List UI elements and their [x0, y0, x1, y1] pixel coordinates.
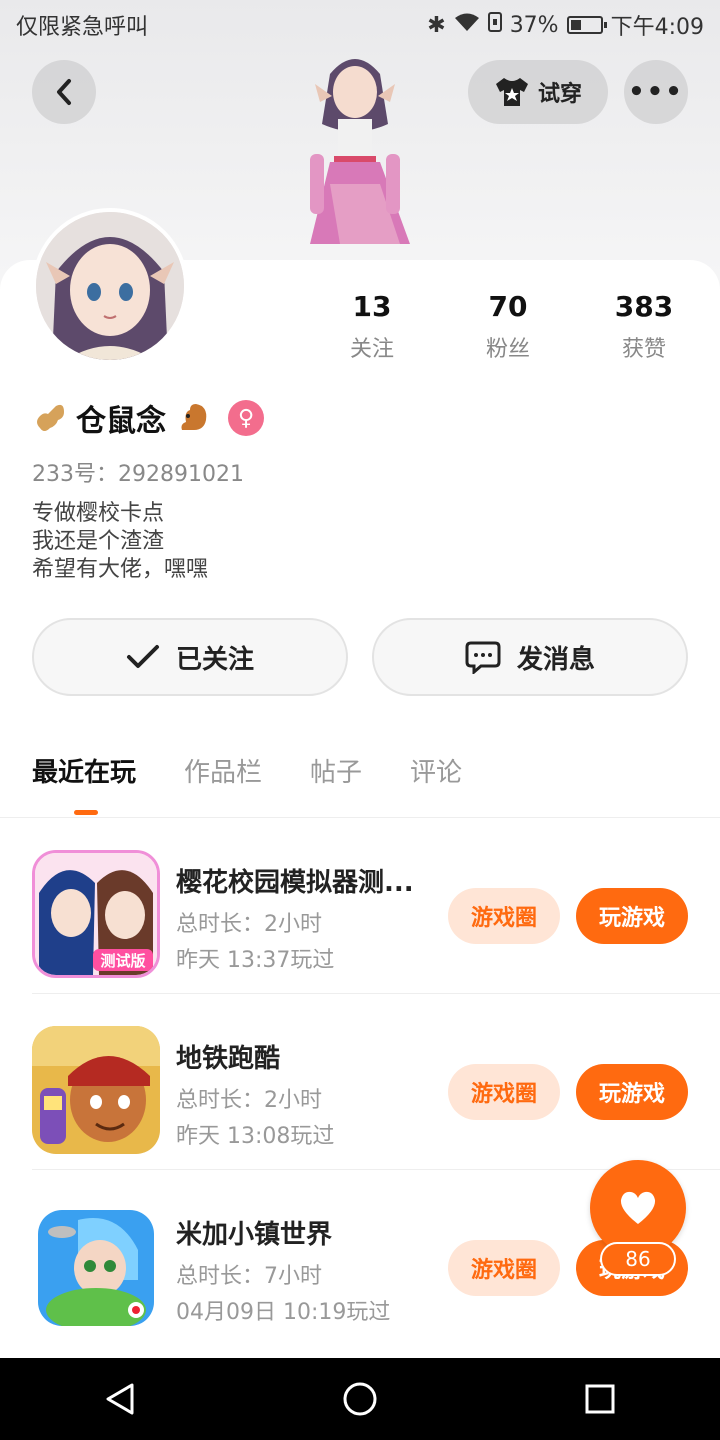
- profile-bio: 专做樱校卡点 我还是个渣渣 希望有大佬，嘿嘿: [32, 500, 208, 584]
- test-version-badge: 测试版: [100, 952, 145, 970]
- square-recents-icon: [585, 1384, 615, 1414]
- tshirt-icon: [495, 78, 528, 106]
- user-id: 233号：292891021: [32, 462, 244, 487]
- battery-percent: 37%: [509, 12, 559, 38]
- stat-value: 383: [614, 290, 674, 323]
- game-last-played: 昨天 13:37玩过: [176, 948, 335, 973]
- bio-line: 希望有大佬，嘿嘿: [32, 557, 209, 582]
- character-figure-image: [270, 44, 440, 264]
- play-game-button[interactable]: 玩游戏: [576, 888, 688, 944]
- clock-time: 下午4:09: [610, 15, 704, 40]
- circle-home-icon: [343, 1382, 377, 1416]
- like-count-badge: 86: [600, 1242, 676, 1276]
- stat-label: 粉丝: [485, 337, 530, 362]
- send-message-button[interactable]: 发消息: [372, 618, 688, 696]
- try-on-button[interactable]: 试穿: [468, 60, 608, 124]
- checkmark-icon: [126, 645, 159, 668]
- try-on-label: 试穿: [537, 82, 582, 107]
- battery-icon: [566, 16, 607, 34]
- nav-recents-button[interactable]: [570, 1369, 630, 1429]
- game-title[interactable]: 米加小镇世界: [176, 1214, 332, 1251]
- game-last-played: 04月09日 10:19玩过: [176, 1300, 391, 1325]
- play-game-button[interactable]: 玩游戏: [576, 1064, 688, 1120]
- wifi-icon: [454, 12, 480, 38]
- heart-icon: [620, 1191, 656, 1224]
- back-button[interactable]: [32, 60, 96, 124]
- tab-recently-played[interactable]: 最近在玩: [32, 752, 136, 815]
- more-dots-icon: •••: [628, 77, 684, 107]
- tab-posts[interactable]: 帖子: [310, 752, 362, 789]
- female-gender-icon: ♀: [228, 400, 264, 436]
- stat-value: 13: [352, 290, 392, 323]
- profile-name-row: 仓鼠念 ♀: [32, 396, 264, 440]
- squirrel-icon: [181, 404, 207, 430]
- followed-button[interactable]: 已关注: [32, 618, 348, 696]
- game-last-played: 昨天 13:08玩过: [176, 1124, 335, 1149]
- chevron-left-icon: [57, 79, 71, 105]
- stat-value: 70: [488, 290, 528, 323]
- more-options-button[interactable]: •••: [624, 60, 688, 124]
- bluetooth-icon: ✱: [427, 12, 446, 38]
- game-circle-button[interactable]: 游戏圈: [448, 1240, 560, 1296]
- profile-name: 仓鼠念: [76, 404, 166, 439]
- nav-back-button[interactable]: [90, 1369, 150, 1429]
- game-circle-button[interactable]: 游戏圈: [448, 1064, 560, 1120]
- followed-label: 已关注: [175, 644, 254, 675]
- sim-icon: [487, 12, 502, 38]
- stat-following[interactable]: 13 关注: [312, 290, 432, 363]
- nav-home-button[interactable]: [330, 1369, 390, 1429]
- send-message-label: 发消息: [516, 644, 595, 675]
- triangle-back-icon: [106, 1383, 134, 1415]
- system-navigation-bar: [0, 1358, 720, 1440]
- peanut-icon: [37, 404, 64, 431]
- game-title[interactable]: 樱花校园模拟器测...: [176, 862, 414, 899]
- game-duration: 总时长：2小时: [176, 1088, 322, 1113]
- status-bar: 仅限紧急呼叫 ✱ 37% 下午4:09: [0, 0, 720, 50]
- tab-works[interactable]: 作品栏: [184, 752, 262, 789]
- game-icon-miga-town[interactable]: [38, 1210, 154, 1326]
- stat-label: 获赞: [621, 337, 666, 362]
- game-icon-sakura-school[interactable]: 测试版: [32, 850, 160, 978]
- game-icon-subway-surfers[interactable]: [32, 1026, 160, 1154]
- game-list-item[interactable]: 地铁跑酷 总时长：2小时 昨天 13:08玩过 游戏圈 玩游戏: [32, 994, 720, 1170]
- game-duration: 总时长：7小时: [176, 1264, 322, 1289]
- game-circle-button[interactable]: 游戏圈: [448, 888, 560, 944]
- profile-stats: 13 关注 70 粉丝 383 获赞: [0, 290, 720, 370]
- tab-comments[interactable]: 评论: [410, 752, 462, 789]
- stat-likes[interactable]: 383 获赞: [584, 290, 704, 363]
- bio-line: 专做樱校卡点: [32, 501, 165, 526]
- bio-line: 我还是个渣渣: [32, 529, 165, 554]
- profile-tabs: 最近在玩 作品栏 帖子 评论: [32, 752, 462, 815]
- stat-label: 关注: [349, 337, 394, 362]
- stat-followers[interactable]: 70 粉丝: [448, 290, 568, 363]
- game-title[interactable]: 地铁跑酷: [176, 1038, 280, 1075]
- game-duration: 总时长：2小时: [176, 912, 322, 937]
- chat-bubble-icon: [465, 641, 501, 674]
- game-list-item[interactable]: 测试版 樱花校园模拟器测... 总时长：2小时 昨天 13:37玩过 游戏圈 玩…: [32, 818, 720, 994]
- carrier-text: 仅限紧急呼叫: [16, 15, 149, 40]
